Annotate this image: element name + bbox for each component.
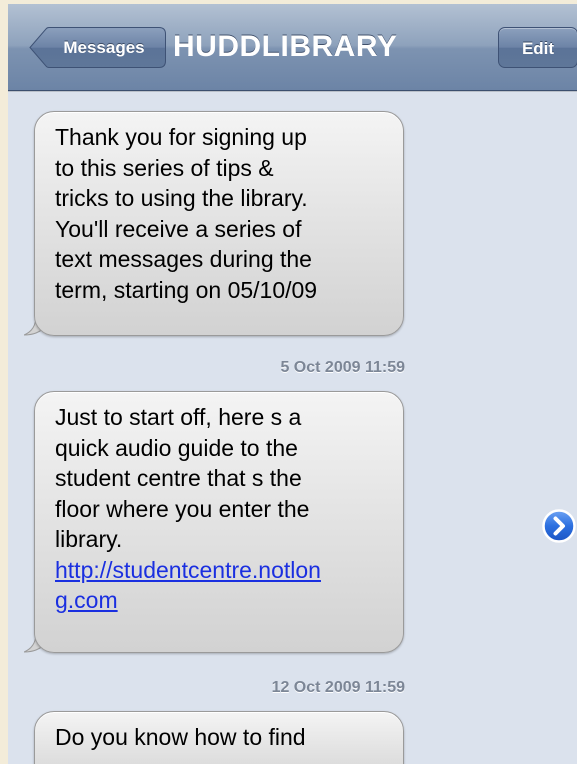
message-timestamp: 5 Oct 2009 11:59 bbox=[280, 359, 405, 376]
message-line: You'll receive a series of bbox=[55, 215, 302, 242]
message-list[interactable]: Thank you for signing up to this series … bbox=[8, 91, 577, 764]
link-line[interactable]: http://studentcentre.notlon bbox=[55, 557, 321, 583]
message-line: Just to start off, here s a bbox=[55, 404, 302, 430]
message-line: floor where you enter the bbox=[55, 495, 310, 522]
conversation-title: HUDDLIBRARY bbox=[173, 30, 398, 63]
back-button-label: Messages bbox=[63, 38, 145, 57]
message-line: Thank you for signing up bbox=[55, 124, 307, 150]
phone-screen: Messages HUDDLIBRARY Edit Thank you for … bbox=[8, 4, 577, 764]
message-line: student centre that s the bbox=[55, 465, 302, 491]
message-timestamp: 12 Oct 2009 11:59 bbox=[271, 679, 405, 696]
message-line: Do you know how to find bbox=[55, 724, 306, 750]
message-bubble[interactable]: Just to start off, here s a quick audio … bbox=[34, 391, 404, 653]
message-link[interactable]: http://studentcentre.notlon bbox=[55, 555, 389, 586]
navigation-bar: Messages HUDDLIBRARY Edit bbox=[8, 4, 577, 91]
message-line: to this series of tips & bbox=[55, 154, 274, 181]
message-line: tricks to using the library. bbox=[55, 185, 308, 211]
message-bubble[interactable]: Do you know how to find bbox=[34, 711, 404, 764]
message-link-continued[interactable]: g.com bbox=[55, 585, 389, 616]
messages-back-button[interactable]: Messages bbox=[28, 27, 166, 68]
edit-button[interactable]: Edit bbox=[498, 27, 577, 68]
message-line: term, starting on 05/10/09 bbox=[55, 276, 318, 303]
link-line[interactable]: g.com bbox=[55, 587, 118, 613]
page: Messages HUDDLIBRARY Edit Thank you for … bbox=[0, 0, 577, 764]
message-line: library. bbox=[55, 526, 123, 552]
chevron-right-icon[interactable] bbox=[542, 509, 576, 543]
message-line: quick audio guide to the bbox=[55, 434, 298, 461]
message-bubble[interactable]: Thank you for signing up to this series … bbox=[34, 111, 404, 336]
message-line: text messages during the bbox=[55, 246, 312, 272]
